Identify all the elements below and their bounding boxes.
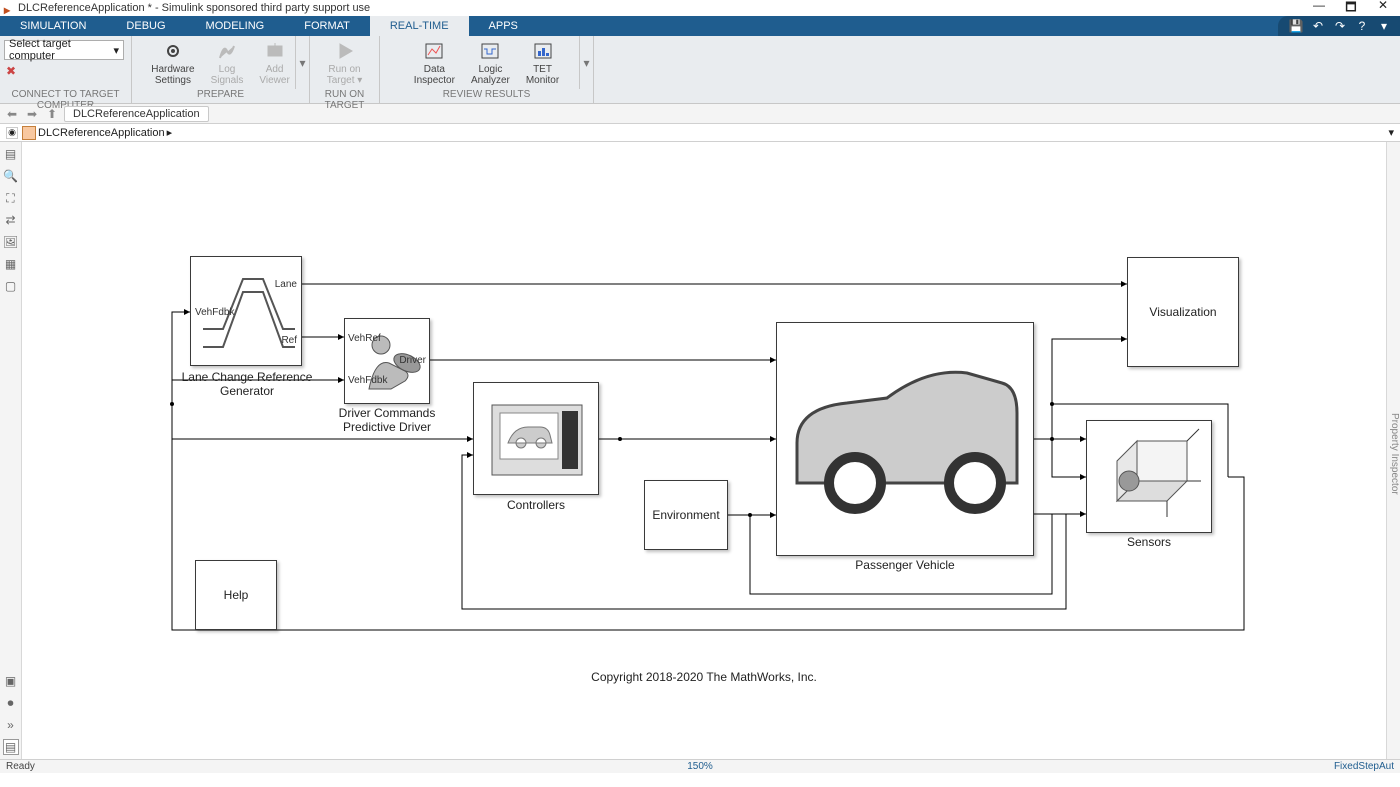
model-browser-toggle[interactable]: ◉ — [6, 127, 18, 139]
record-icon[interactable]: ⏺ — [3, 695, 19, 711]
add-viewer-icon — [264, 40, 286, 62]
ecu-icon — [474, 383, 600, 496]
expand-icon[interactable]: ▾ — [1376, 19, 1392, 33]
redo-icon[interactable]: ↷ — [1332, 19, 1348, 33]
legend-icon[interactable]: ▤ — [3, 739, 19, 755]
status-solver[interactable]: FixedStepAut — [1334, 761, 1394, 772]
tab-simulation[interactable]: SIMULATION — [0, 16, 106, 36]
env-text: Environment — [652, 508, 719, 522]
app-icon: ▸ — [4, 3, 14, 13]
gear-icon — [162, 40, 184, 62]
target-select-value: Select target computer — [9, 38, 113, 62]
add-viewer-button[interactable]: Add Viewer — [251, 38, 297, 88]
tab-debug[interactable]: DEBUG — [106, 16, 185, 36]
block-sensors[interactable] — [1086, 420, 1212, 533]
label-sensors: Sensors — [1086, 535, 1212, 549]
tab-realtime[interactable]: REAL-TIME — [370, 16, 469, 36]
tab-apps[interactable]: APPS — [469, 16, 538, 36]
port-vehref: VehRef — [348, 333, 381, 344]
bird-eye-icon[interactable]: ▣ — [3, 673, 19, 689]
nav-back-icon[interactable]: ⬅ — [4, 107, 20, 121]
screenshot-icon[interactable]: 🖼 — [3, 234, 19, 250]
block-lane-change-ref[interactable]: VehFdbk Lane Ref — [190, 256, 302, 366]
group-caption-connect: CONNECT TO TARGET COMPUTER — [0, 89, 131, 103]
data-inspector-icon — [423, 40, 445, 62]
port-driver: Driver — [399, 355, 426, 366]
model-canvas[interactable]: VehFdbk Lane Ref Lane Change Reference G… — [22, 142, 1386, 759]
help-text: Help — [224, 588, 249, 602]
label-driver: Driver Commands Predictive Driver — [322, 406, 452, 434]
logic-analyzer-icon — [479, 40, 501, 62]
vis-text: Visualization — [1149, 305, 1216, 319]
block-environment[interactable]: Environment — [644, 480, 728, 550]
run-on-target-button[interactable]: Run on Target ▾ — [319, 38, 371, 88]
fit-icon[interactable]: ⛶ — [3, 190, 19, 206]
status-bar: Ready 150% FixedStepAut — [0, 759, 1400, 773]
help-icon[interactable]: ? — [1354, 19, 1370, 33]
nav-forward-icon[interactable]: ➡ — [24, 107, 40, 121]
block-passenger-vehicle[interactable] — [776, 322, 1034, 556]
group-caption-prepare: PREPARE — [132, 89, 309, 103]
chevron-right-icon: ▸ — [167, 126, 173, 139]
play-icon — [334, 40, 356, 62]
copyright-text: Copyright 2018-2020 The MathWorks, Inc. — [22, 670, 1386, 684]
show-hide-explorer-icon[interactable]: ▤ — [3, 146, 19, 162]
port-lane: Lane — [275, 279, 297, 290]
car-icon — [777, 323, 1035, 557]
prepare-expand-button[interactable]: ▾ — [295, 36, 309, 89]
block-help[interactable]: Help — [195, 560, 277, 630]
port-ref: Ref — [281, 335, 297, 346]
group-caption-run: RUN ON TARGET — [310, 89, 379, 103]
data-inspector-button[interactable]: Data Inspector — [406, 38, 463, 88]
tet-monitor-icon — [532, 40, 554, 62]
sample-time-icon[interactable]: ⇄ — [3, 212, 19, 228]
status-ready: Ready — [6, 761, 35, 772]
chevron-down-icon: ▾ — [113, 44, 119, 57]
label-controllers: Controllers — [473, 498, 599, 512]
label-vehicle: Passenger Vehicle — [776, 558, 1034, 572]
quick-access-right: 💾 ↶ ↷ ? ▾ — [1278, 16, 1400, 36]
log-signals-button[interactable]: Log Signals — [203, 38, 252, 88]
main-area: ▤ 🔍 ⛶ ⇄ 🖼 ▦ ▢ ▣ ⏺ » ▤ — [0, 142, 1400, 759]
tab-modeling[interactable]: MODELING — [186, 16, 285, 36]
group-caption-review: REVIEW RESULTS — [380, 89, 593, 103]
port-vehfdbk: VehFdbk — [195, 307, 234, 318]
label-lane-change: Lane Change Reference Generator — [172, 370, 322, 398]
sensor-icon — [1087, 421, 1213, 534]
tab-format[interactable]: FORMAT — [284, 16, 370, 36]
breadcrumb-dropdown-icon[interactable]: ▾ — [1388, 126, 1394, 139]
target-computer-select[interactable]: Select target computer ▾ — [4, 40, 124, 60]
status-zoom[interactable]: 150% — [687, 761, 713, 772]
block-controllers[interactable] — [473, 382, 599, 495]
signal-icon — [216, 40, 238, 62]
layers-icon[interactable]: ▦ — [3, 256, 19, 272]
palette-bar: ▤ 🔍 ⛶ ⇄ 🖼 ▦ ▢ ▣ ⏺ » ▤ — [0, 142, 22, 759]
nav-bar: ⬅ ➡ ⬆ DLCReferenceApplication — [0, 104, 1400, 124]
logic-analyzer-button[interactable]: Logic Analyzer — [463, 38, 518, 88]
title-bar: ▸ DLCReferenceApplication * - Simulink s… — [0, 0, 1400, 16]
property-inspector-tab[interactable]: Property Inspector — [1386, 142, 1400, 759]
ribbon-tabs: SIMULATION DEBUG MODELING FORMAT REAL-TI… — [0, 16, 1400, 36]
tet-monitor-button[interactable]: TET Monitor — [518, 38, 567, 88]
hardware-settings-button[interactable]: Hardware Settings — [143, 38, 202, 88]
port-vehfdbk2: VehFdbk — [348, 375, 387, 386]
save-icon[interactable]: 💾 — [1288, 19, 1304, 33]
disconnect-icon[interactable]: ✖ — [0, 64, 16, 78]
zoom-icon[interactable]: 🔍 — [3, 168, 19, 184]
block-visualization[interactable]: Visualization — [1127, 257, 1239, 367]
breadcrumb: ◉ DLCReferenceApplication ▸ ▾ — [0, 124, 1400, 142]
model-icon — [22, 126, 36, 140]
review-expand-button[interactable]: ▾ — [579, 36, 593, 89]
nav-up-icon[interactable]: ⬆ — [44, 107, 60, 121]
document-tab[interactable]: DLCReferenceApplication — [64, 106, 209, 122]
comment-icon[interactable]: ▢ — [3, 278, 19, 294]
breadcrumb-root[interactable]: DLCReferenceApplication — [38, 127, 165, 139]
block-driver-commands[interactable]: VehRef VehFdbk Driver — [344, 318, 430, 404]
toolstrip: Select target computer ▾ ✖ CONNECT TO TA… — [0, 36, 1400, 104]
undo-icon[interactable]: ↶ — [1310, 19, 1326, 33]
window-title: DLCReferenceApplication * - Simulink spo… — [18, 2, 1310, 14]
more-icon[interactable]: » — [3, 717, 19, 733]
